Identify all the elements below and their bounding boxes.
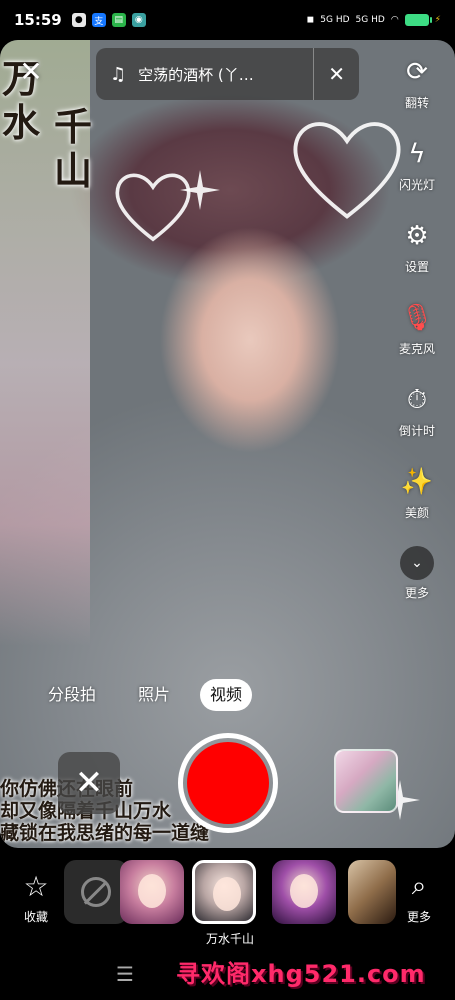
timer-button[interactable]: ⏱ 倒计时: [399, 382, 435, 464]
flip-camera-icon: ⟳: [406, 57, 428, 87]
wifi-icon: ◠: [390, 15, 399, 25]
chevron-down-icon: ⌄: [400, 546, 434, 580]
star-icon: ☆: [23, 869, 49, 903]
effect-preview: [138, 874, 166, 908]
remove-music-button[interactable]: ✕: [328, 62, 345, 86]
status-bar: 15:59 ● 支 ▤ ◉ ◼ 5G HD 5G HD ◠ ⚡: [0, 0, 455, 40]
tool-label: 倒计时: [398, 424, 435, 438]
deco-char-2: 水: [2, 100, 41, 145]
tool-rail: ⟳ 翻转 ϟ 闪光灯 ⚙ 设置 🎙 麦克风 ⏱ 倒计时 ✨ 美颜 ⌄ 更多: [387, 54, 447, 628]
tool-label: 麦克风: [398, 342, 435, 356]
battery-icon: [404, 14, 432, 26]
navigation-bar: ☰ 寻欢阁xhg521.com: [0, 948, 455, 1000]
close-icon: ✕: [74, 763, 104, 803]
music-title: 空荡的酒杯 (丫…: [138, 65, 254, 84]
beauty-button[interactable]: ✨ 美颜: [399, 464, 435, 546]
more-effects-button[interactable]: ⌕ 更多: [397, 868, 441, 925]
search-icon: ⌕: [411, 870, 427, 901]
alipay-icon: 支: [91, 13, 106, 27]
notification-icons: ● 支 ▤ ◉: [71, 13, 146, 27]
microphone-off-icon: 🎙: [400, 303, 434, 333]
tool-label: 更多: [404, 586, 429, 600]
watermark: 寻欢阁xhg521.com: [176, 960, 426, 988]
effect-thumbnail-selected[interactable]: [192, 860, 256, 924]
mode-segmented[interactable]: 分段拍: [48, 679, 96, 711]
music-note-icon: ♫: [110, 63, 127, 85]
tool-label: 闪光灯: [398, 178, 435, 192]
network-1: 5G HD: [320, 15, 350, 25]
effect-thumbnail[interactable]: [120, 860, 184, 924]
close-icon: ✕: [19, 54, 43, 88]
close-camera-button[interactable]: ✕: [14, 54, 48, 88]
tool-label: 美颜: [404, 506, 429, 520]
tool-label: 设置: [404, 260, 429, 274]
favorites-button[interactable]: ☆ 收藏: [14, 868, 58, 925]
mode-photo[interactable]: 照片: [138, 679, 170, 711]
microphone-button[interactable]: 🎙 麦克风: [399, 300, 435, 382]
more-effects-label: 更多: [406, 910, 431, 924]
tool-label: 翻转: [404, 96, 429, 110]
flip-camera-button[interactable]: ⟳ 翻转: [399, 54, 435, 136]
more-tools-button[interactable]: ⌄ 更多: [400, 546, 434, 628]
mode-video[interactable]: 视频: [200, 679, 253, 711]
settings-gear-icon: ⚙: [405, 221, 429, 251]
effect-thumbnail[interactable]: [348, 860, 396, 924]
menu-icon[interactable]: ☰: [116, 962, 134, 986]
lyric-line: 藏锁在我思绪的每一道缝: [0, 822, 210, 844]
gallery-thumbnail[interactable]: [334, 749, 398, 813]
flash-button[interactable]: ϟ 闪光灯: [399, 136, 435, 218]
status-right: ◼ 5G HD 5G HD ◠ ⚡: [307, 14, 441, 26]
sparkle-sticker: [180, 170, 220, 210]
app-icon: ◉: [131, 13, 146, 27]
discard-button[interactable]: ✕: [58, 752, 120, 814]
flash-off-icon: ϟ: [408, 139, 426, 169]
status-time: 15:59: [14, 11, 62, 29]
record-button-core: [187, 742, 269, 824]
messaging-icon: ▤: [111, 13, 126, 27]
wechat-icon: ●: [71, 13, 86, 27]
beauty-wand-icon: ✨: [400, 467, 434, 497]
no-effect-button[interactable]: [64, 860, 128, 924]
settings-button[interactable]: ⚙ 设置: [399, 218, 435, 300]
charging-icon: ⚡: [434, 15, 441, 25]
favorites-label: 收藏: [23, 910, 48, 924]
effect-bar: ☆ 收藏 万水千山 ⌕ 更多: [0, 848, 455, 948]
no-effect-icon: [81, 877, 111, 907]
network-2: 5G HD: [355, 15, 385, 25]
mode-selector: 分段拍 照片 视频: [0, 679, 455, 711]
music-selector[interactable]: ♫ 空荡的酒杯 (丫… ✕: [96, 48, 359, 100]
divider: [313, 48, 315, 100]
camera-indicator-icon: ◼: [306, 15, 315, 25]
effect-preview: [213, 877, 241, 911]
effect-preview: [290, 874, 318, 908]
timer-icon: ⏱: [406, 384, 428, 415]
selected-effect-caption: 万水千山: [205, 932, 254, 946]
effect-thumbnail[interactable]: [272, 860, 336, 924]
deco-char-4: 山: [54, 148, 93, 193]
record-button[interactable]: [178, 733, 278, 833]
